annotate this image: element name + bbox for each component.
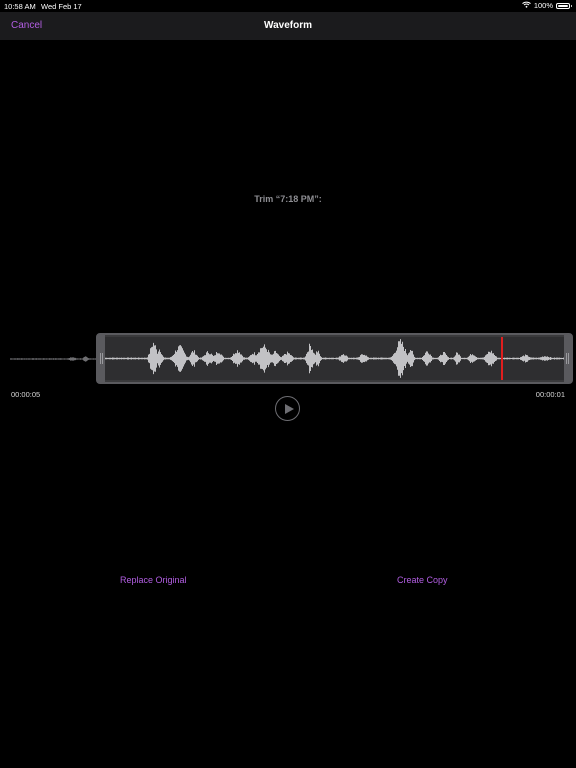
- trim-end-time: 00:00:01: [535, 390, 565, 399]
- waveform-inside-trim: [105, 337, 564, 380]
- wifi-icon: [521, 1, 531, 10]
- waveform-outside-trim: [10, 352, 98, 366]
- navigation-bar: Cancel Waveform: [0, 12, 576, 40]
- page-title: Waveform: [264, 20, 312, 31]
- replace-original-button[interactable]: Replace Original: [120, 575, 187, 585]
- trim-end-handle[interactable]: [564, 335, 571, 382]
- trim-start-handle[interactable]: [98, 335, 105, 382]
- trim-title: Trim “7:18 PM”:: [254, 194, 322, 204]
- trim-start-time: 00:00:05: [11, 390, 41, 399]
- create-copy-button[interactable]: Create Copy: [397, 575, 448, 585]
- play-icon: [285, 403, 294, 414]
- play-button[interactable]: [275, 396, 300, 421]
- battery-percent: 100%: [533, 1, 553, 10]
- battery-icon: [556, 2, 572, 9]
- trim-region[interactable]: [96, 333, 573, 384]
- status-indicators: 100%: [521, 1, 572, 10]
- playhead-marker[interactable]: [501, 337, 503, 380]
- status-time: 10:58 AM: [4, 2, 36, 11]
- status-date: Wed Feb 17: [41, 2, 82, 11]
- status-bar: 10:58 AM Wed Feb 17 100%: [0, 0, 576, 12]
